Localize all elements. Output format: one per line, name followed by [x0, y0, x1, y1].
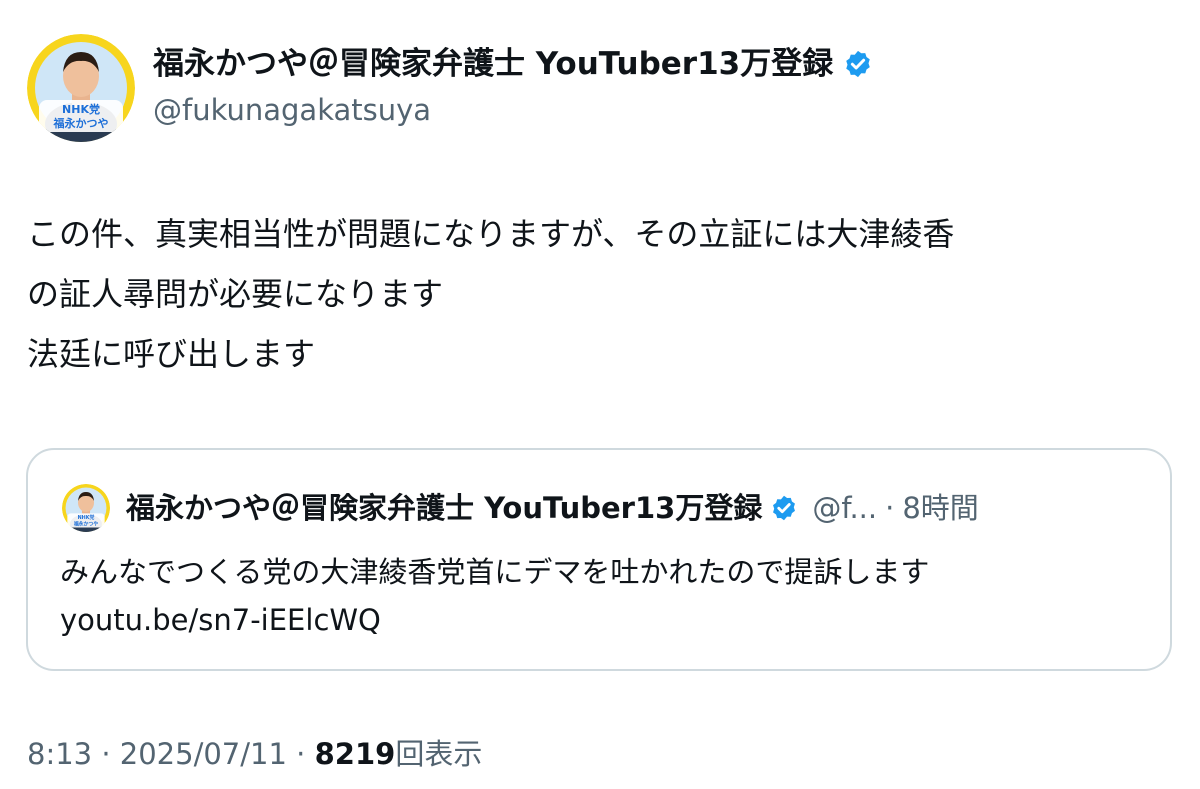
quoted-header: 福永かつや＠冒険家弁護士 YouTuber13万登録 @f... · 8時間 — [126, 488, 979, 528]
author-name[interactable]: 福永かつや＠冒険家弁護士 YouTuber13万登録 — [153, 44, 833, 84]
quoted-text-line: みんなでつくる党の大津綾香党首にデマを吐かれたので提訴します — [60, 555, 930, 589]
quoted-author-name[interactable]: 福永かつや＠冒険家弁護士 YouTuber13万登録 — [126, 488, 762, 528]
tweet-time[interactable]: 8:13 — [27, 737, 92, 771]
quoted-separator: · — [885, 491, 895, 525]
quoted-avatar-image: NHK党 福永かつや — [62, 484, 110, 532]
author-handle[interactable]: @fukunagakatsuya — [153, 90, 431, 130]
tweet-text: この件、真実相当性が問題になりますが、その立証には大津綾香 の証人尋問が必要にな… — [27, 215, 955, 373]
quoted-avatar-label-bottom: 福永かつや — [73, 520, 98, 527]
avatar-label-top: NHK党 — [62, 102, 100, 116]
verified-badge-icon — [846, 50, 870, 78]
quoted-avatar-label-top: NHK党 — [78, 514, 95, 521]
quoted-verified-badge-icon — [773, 495, 796, 521]
meta-separator: · — [101, 737, 111, 771]
quoted-text: みんなでつくる党の大津綾香党首にデマを吐かれたので提訴します youtu.be/… — [60, 548, 929, 644]
quoted-link[interactable]: youtu.be/sn7-iEElcWQ — [60, 596, 929, 644]
quoted-avatar[interactable]: NHK党 福永かつや — [62, 484, 110, 532]
tweet-meta: 8:13 · 2025/07/11 · 8219回表示 — [27, 734, 482, 774]
author-name-row[interactable]: 福永かつや＠冒険家弁護士 YouTuber13万登録 — [153, 44, 873, 84]
quoted-author-handle[interactable]: @f... — [812, 488, 877, 528]
avatar-label-bottom: 福永かつや — [53, 116, 109, 130]
profile-avatar[interactable]: NHK党 福永かつや — [27, 34, 135, 142]
meta-separator-2: · — [296, 737, 306, 771]
views-label: 回表示 — [395, 737, 483, 771]
quoted-timestamp[interactable]: 8時間 — [902, 488, 978, 528]
views-count: 8219 — [314, 737, 396, 771]
avatar-image: NHK党 福永かつや — [27, 34, 135, 142]
tweet-date[interactable]: 2025/07/11 — [120, 737, 287, 771]
quoted-tweet-card[interactable]: NHK党 福永かつや 福永かつや＠冒険家弁護士 YouTuber13万登録 @f… — [26, 448, 1172, 671]
